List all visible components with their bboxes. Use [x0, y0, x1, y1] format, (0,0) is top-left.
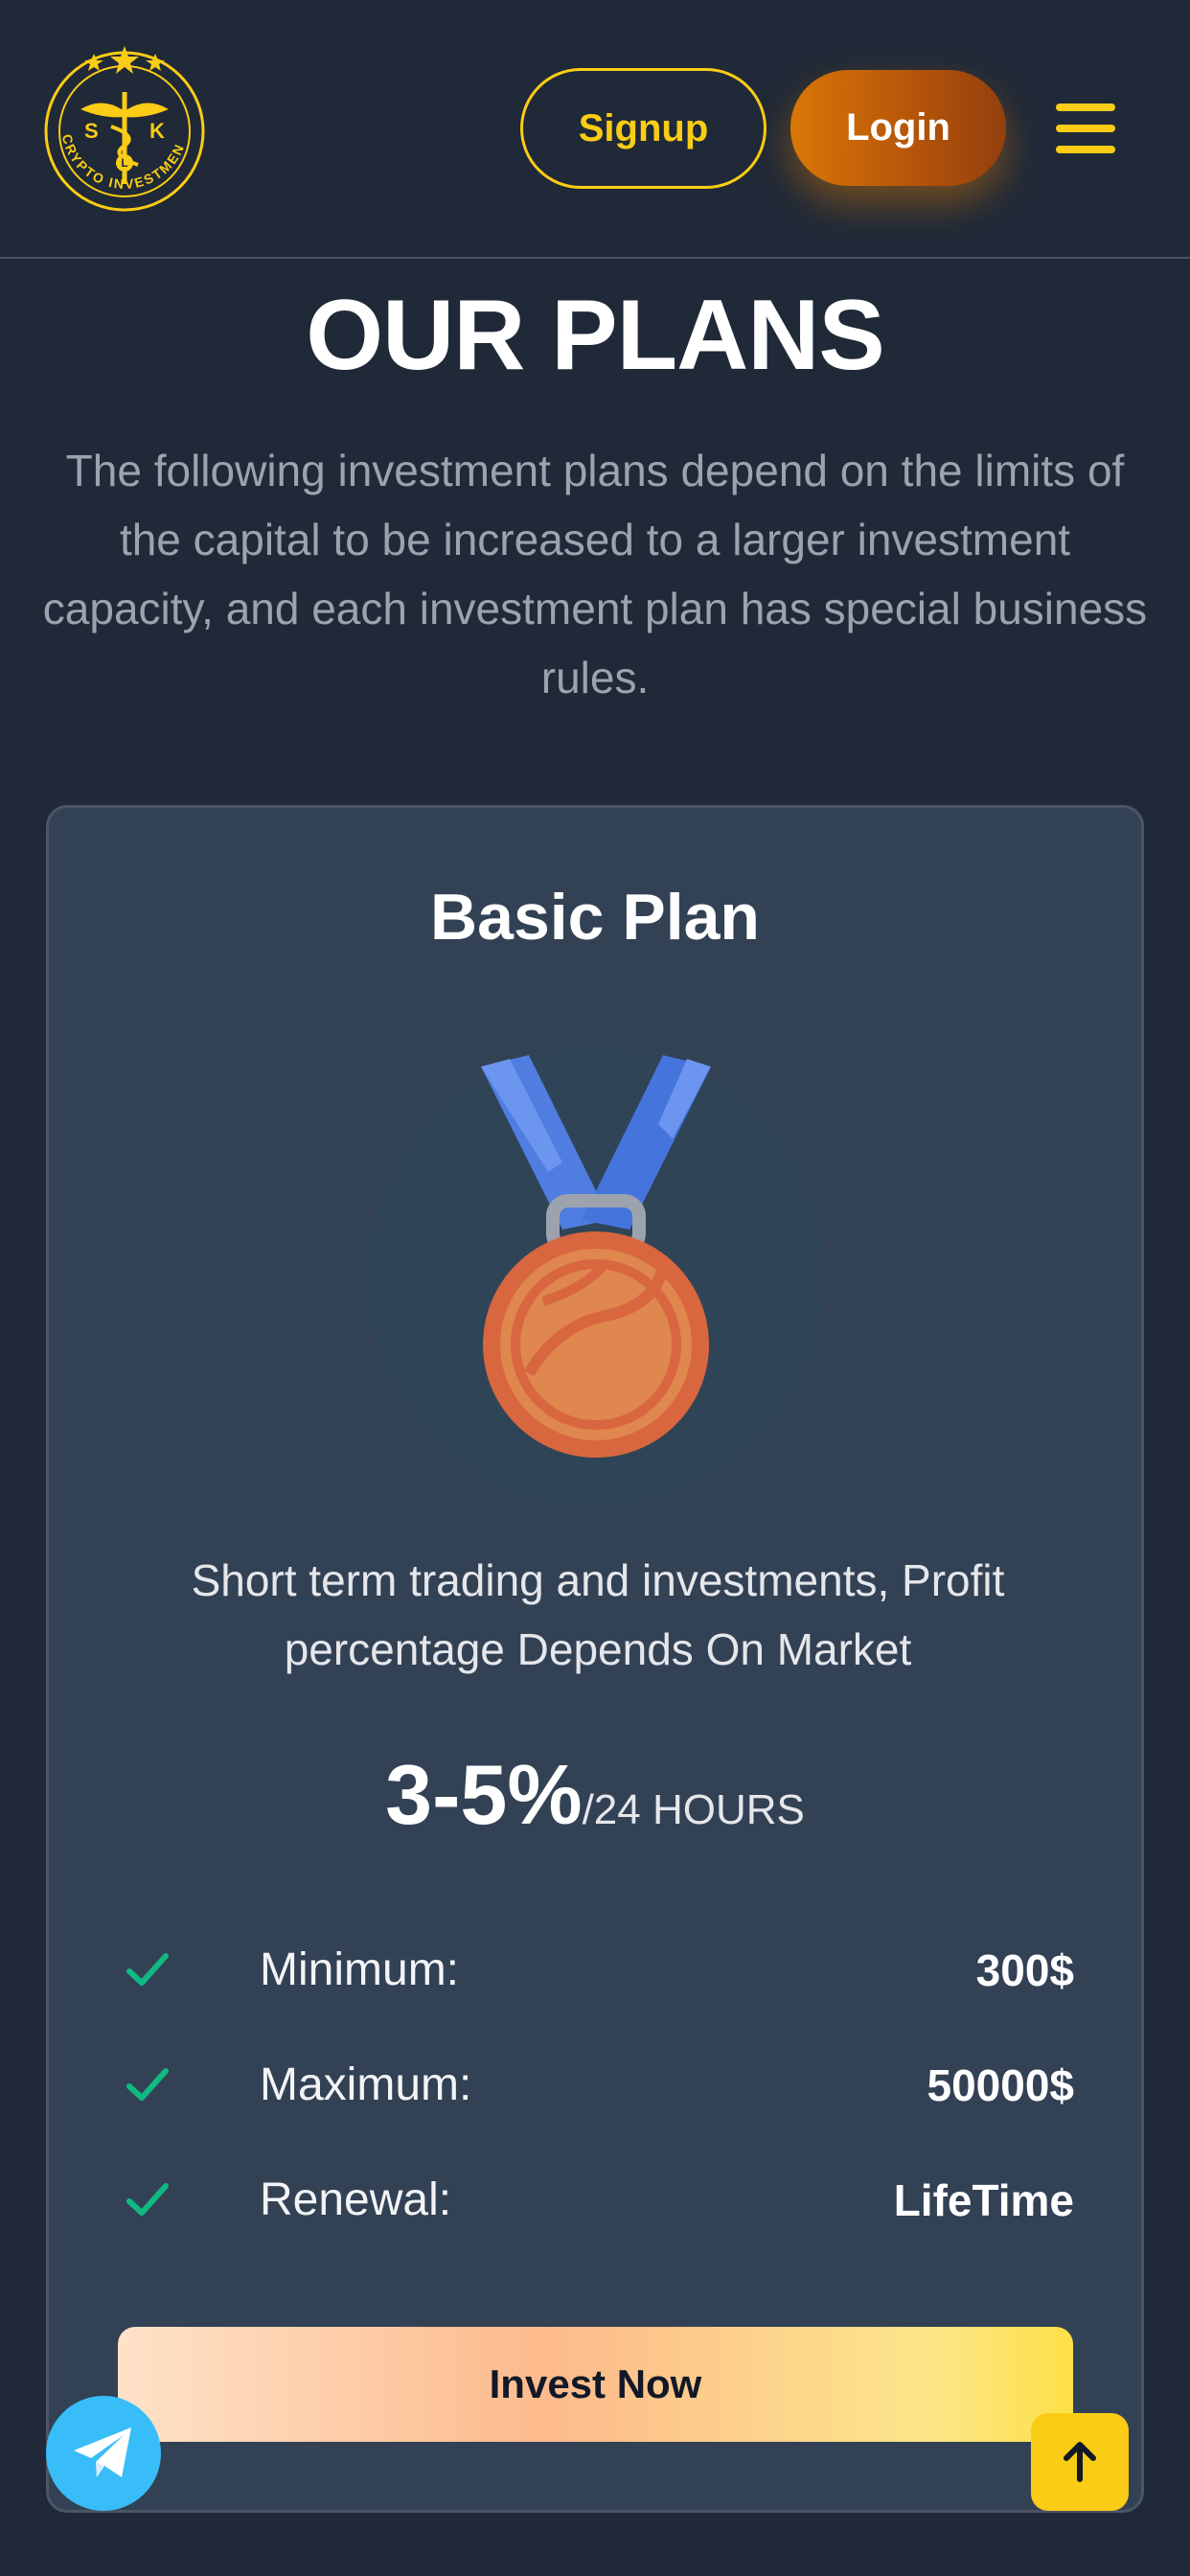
feature-renewal: Renewal: LifeTime: [126, 2167, 1074, 2234]
svg-text:K: K: [149, 119, 165, 143]
login-button[interactable]: Login: [790, 70, 1006, 186]
check-icon: [126, 1953, 169, 1986]
page-intro: The following investment plans depend on…: [42, 446, 1148, 702]
telegram-button[interactable]: [46, 2396, 161, 2511]
caduceus-logo-icon: L S K CRYPTO INVESTMENT: [37, 28, 205, 212]
rate-period: /24 HOURS: [582, 1786, 805, 1833]
hamburger-menu-icon[interactable]: [1056, 104, 1115, 153]
feature-minimum: Minimum: 300$: [126, 1937, 1074, 2004]
site-header: L S K CRYPTO INVESTMENT Signup Login: [0, 0, 1190, 259]
scroll-to-top-button[interactable]: [1031, 2413, 1129, 2511]
svg-text:S: S: [84, 119, 99, 143]
bronze-medal-icon: [366, 1047, 826, 1507]
arrow-up-icon: [1064, 2442, 1096, 2482]
site-logo[interactable]: L S K CRYPTO INVESTMENT: [37, 28, 207, 213]
plan-rate: 3-5%/24 HOURS: [49, 1742, 1141, 1873]
plan-description: Short term trading and investments, Prof…: [191, 1555, 1005, 1674]
svg-text:L: L: [121, 156, 127, 170]
feature-value: 50000$: [927, 2060, 1075, 2110]
plan-name: Basic Plan: [430, 881, 760, 954]
feature-label: Maximum:: [260, 2059, 472, 2110]
check-icon: [126, 2183, 169, 2216]
page-title: OUR PLANS: [306, 280, 884, 391]
signup-button[interactable]: Signup: [520, 68, 767, 189]
feature-maximum: Maximum: 50000$: [126, 2052, 1074, 2119]
invest-now-button[interactable]: Invest Now: [118, 2327, 1073, 2442]
feature-label: Minimum:: [260, 1944, 460, 1995]
feature-label: Renewal:: [260, 2174, 452, 2225]
telegram-icon: [74, 2427, 131, 2477]
feature-value: 300$: [975, 1945, 1074, 1995]
feature-value: LifeTime: [893, 2175, 1074, 2225]
plan-card: Basic Plan Short term trading and invest…: [46, 805, 1144, 2513]
rate-value: 3-5%: [385, 1747, 583, 1842]
check-icon: [126, 2068, 169, 2101]
